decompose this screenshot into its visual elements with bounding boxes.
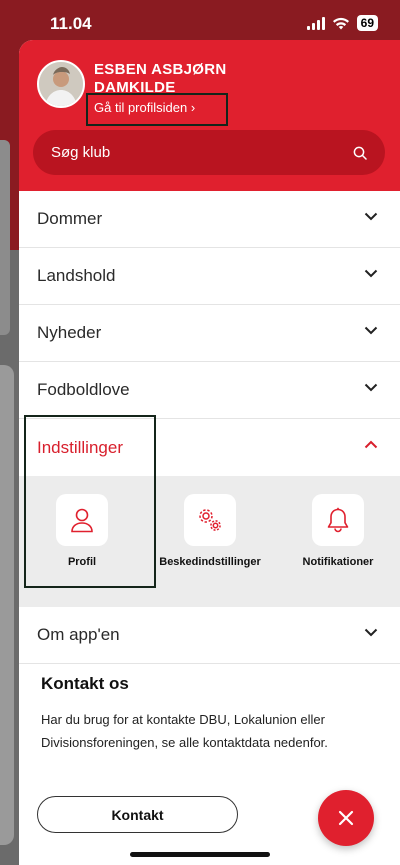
menu-item-nyheder[interactable]: Nyheder xyxy=(19,305,400,362)
tile-icon-box xyxy=(312,494,364,546)
menu-item-label: Nyheder xyxy=(37,323,102,342)
menu-item-dommer[interactable]: Dommer xyxy=(19,191,400,248)
signal-icon xyxy=(306,16,325,30)
message-settings-tile[interactable]: Beskedindstillinger xyxy=(150,494,270,568)
chevron-down-icon xyxy=(364,212,378,221)
search-input[interactable]: Søg klub xyxy=(33,130,385,175)
search-placeholder: Søg klub xyxy=(51,144,111,161)
wifi-icon xyxy=(332,17,349,29)
menu-item-label: Fodboldlove xyxy=(37,380,130,399)
tile-icon-box xyxy=(184,494,236,546)
chevron-down-icon xyxy=(364,628,378,637)
chevron-down-icon xyxy=(364,383,378,392)
background-card xyxy=(0,365,14,845)
status-icons: 69 xyxy=(306,15,378,31)
tile-label: Beskedindstillinger xyxy=(159,556,261,568)
menu-item-indstillinger[interactable]: Indstillinger xyxy=(19,419,400,476)
settings-panel: Profil Beskedindstillinger Notifikatione… xyxy=(19,476,400,607)
profile-tile[interactable]: Profil xyxy=(22,494,142,568)
menu-item-label: Landshold xyxy=(37,266,116,285)
bell-icon xyxy=(327,507,349,533)
menu-item-om-appen[interactable]: Om app'en xyxy=(19,607,400,664)
chevron-up-icon xyxy=(364,440,378,449)
navigation-drawer: ESBEN ASBJØRN DAMKILDE Gå til profilside… xyxy=(19,40,400,865)
status-bar: 11.04 69 xyxy=(0,0,400,46)
drawer-header: ESBEN ASBJØRN DAMKILDE Gå til profilside… xyxy=(19,40,400,191)
status-time: 11.04 xyxy=(50,14,92,33)
close-button[interactable] xyxy=(318,790,374,846)
tile-label: Profil xyxy=(67,556,97,568)
menu-item-label: Dommer xyxy=(37,209,103,228)
avatar[interactable] xyxy=(37,60,85,108)
user-name: ESBEN ASBJØRN DAMKILDE xyxy=(94,61,227,96)
background-card xyxy=(0,140,10,335)
user-icon xyxy=(71,508,93,533)
search-icon[interactable] xyxy=(353,146,367,160)
contact-section: Kontakt os Har du brug for at kontakte D… xyxy=(19,672,400,833)
profile-link[interactable]: Gå til profilsiden › xyxy=(86,93,228,126)
battery-indicator: 69 xyxy=(356,15,378,31)
home-indicator xyxy=(130,852,270,857)
tile-label: Notifikationer xyxy=(302,556,374,568)
menu-item-label: Om app'en xyxy=(37,625,120,644)
chevron-down-icon xyxy=(364,326,378,335)
contact-title: Kontakt os xyxy=(41,674,129,693)
menu-item-label: Indstillinger xyxy=(37,437,123,457)
tile-icon-box xyxy=(56,494,108,546)
close-icon xyxy=(338,810,354,826)
contact-button[interactable]: Kontakt xyxy=(37,796,238,833)
gears-icon xyxy=(199,509,221,531)
menu-item-fodboldlove[interactable]: Fodboldlove xyxy=(19,362,400,419)
contact-text: Har du brug for at kontakte DBU, Lokalun… xyxy=(41,712,328,750)
notifications-tile[interactable]: Notifikationer xyxy=(278,494,398,568)
chevron-down-icon xyxy=(364,269,378,278)
menu-item-landshold[interactable]: Landshold xyxy=(19,248,400,305)
